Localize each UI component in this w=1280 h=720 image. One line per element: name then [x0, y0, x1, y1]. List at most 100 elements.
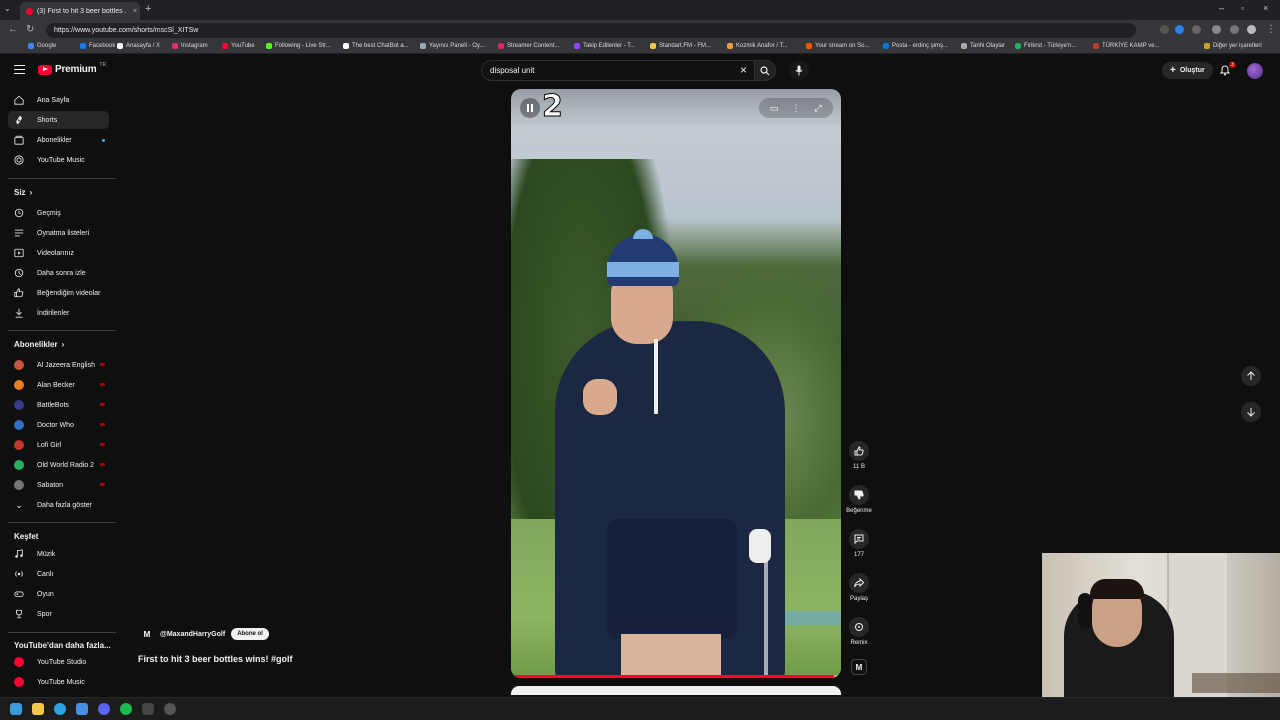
sidebar-item-you[interactable]: Geçmiş	[8, 204, 109, 222]
youtube-premium-logo[interactable]: Premium TR	[38, 62, 106, 75]
sidebar-item-explore[interactable]: Canlı	[8, 565, 109, 583]
close-window-icon[interactable]: ×	[1263, 3, 1268, 13]
sidebar-item-you[interactable]: İndirilenler	[8, 304, 109, 322]
create-button[interactable]: + Oluştur	[1162, 62, 1213, 79]
discord-icon[interactable]	[98, 703, 110, 715]
bookmark-item[interactable]: Yayıncı Paneli - Oy...	[420, 43, 484, 49]
bookmark-item[interactable]: Facebook	[80, 43, 115, 49]
sidebar-item-more[interactable]: YouTube Studio	[8, 653, 109, 671]
show-more-button[interactable]: ⌄ Daha fazla göster	[8, 496, 109, 514]
sidebar-subscription[interactable]: Lofi Girl	[8, 436, 109, 454]
sidebar-subscription[interactable]: Al Jazeera English	[8, 356, 109, 374]
chevron-right-icon: ›	[61, 340, 65, 349]
obs-icon[interactable]	[164, 703, 176, 715]
extension-icon[interactable]	[1175, 25, 1184, 34]
app-taskbar-icon[interactable]	[142, 703, 154, 715]
extension-icon[interactable]	[1192, 25, 1201, 34]
sidebar-subscription[interactable]: Alan Becker	[8, 376, 109, 394]
sidebar-item-explore[interactable]: Spor	[8, 605, 109, 623]
profile-icon[interactable]	[1247, 25, 1256, 34]
captions-icon[interactable]: ▭	[763, 103, 785, 114]
sidebar-item-you[interactable]: Daha sonra izle	[8, 264, 109, 282]
bookmark-item[interactable]: YouTube	[222, 43, 255, 49]
spotify-icon[interactable]	[120, 703, 132, 715]
bookmark-star-icon[interactable]	[1160, 25, 1169, 34]
bookmark-item[interactable]: Your stream on So...	[806, 43, 869, 49]
bookmark-item[interactable]: Tarihi Olaylar	[961, 43, 1005, 49]
reload-icon[interactable]: ↻	[26, 24, 34, 35]
sidebar-item-abonelikler[interactable]: Abonelikler	[8, 131, 109, 149]
sidebar-item-youtube-music[interactable]: YouTube Music	[8, 151, 109, 169]
address-bar[interactable]: https://www.youtube.com/shorts/mscSl_XIT…	[46, 23, 1136, 38]
video-overlay-number: 2	[542, 89, 564, 125]
sidebar-item-shorts[interactable]: Shorts	[8, 111, 109, 129]
bookmark-favicon-icon	[574, 43, 580, 49]
video-title[interactable]: First to hit 3 beer bottles wins! #golf	[138, 654, 293, 664]
subscriptions-section-heading[interactable]: Abonelikler ›	[14, 340, 64, 349]
bookmark-item[interactable]: The best ChatBot a...	[343, 43, 409, 49]
pause-button[interactable]	[520, 98, 540, 118]
new-tab-icon[interactable]: +	[145, 3, 151, 15]
sidebar-subscription[interactable]: Doctor Who	[8, 416, 109, 434]
dislike-button[interactable]: Beğenme	[844, 485, 874, 514]
channel-avatar-small[interactable]: M	[851, 659, 867, 675]
menu-icon[interactable]	[14, 65, 25, 74]
bookmark-item[interactable]: Streamer Content...	[498, 43, 559, 49]
start-menu-icon[interactable]	[10, 703, 22, 715]
bookmark-item[interactable]: Anasayfa / X	[117, 43, 160, 49]
next-short-preview[interactable]	[511, 686, 841, 695]
sidebar-subscription[interactable]: Old World Radio 2	[8, 456, 109, 474]
account-avatar[interactable]	[1247, 63, 1263, 79]
browser-tab[interactable]: (3) First to hit 3 beer bottles ... ×	[20, 2, 140, 20]
remix-button[interactable]: Remix	[844, 617, 874, 646]
voice-search-button[interactable]	[789, 60, 809, 80]
bookmark-item[interactable]: Kozmik Anafor / T...	[727, 43, 788, 49]
app-taskbar-icon[interactable]	[76, 703, 88, 715]
more-options-icon[interactable]: ⋮	[785, 103, 807, 114]
sidebar-item-explore[interactable]: Müzik	[8, 545, 109, 563]
search-button[interactable]	[754, 60, 776, 81]
tab-close-icon[interactable]: ×	[130, 8, 140, 15]
search-input[interactable]: disposal unit ×	[481, 60, 754, 81]
bookmark-item[interactable]: Instagram	[172, 43, 208, 49]
extensions-puzzle-icon[interactable]	[1212, 25, 1221, 34]
bookmark-item[interactable]: Firikrst - Türkiye'n...	[1015, 43, 1076, 49]
bookmark-item[interactable]: Posta - erdinç şimş...	[883, 43, 948, 49]
channel-handle[interactable]: @MaxandHarryGolf	[160, 631, 225, 638]
maximize-icon[interactable]: ▫	[1241, 3, 1244, 13]
bookmark-item[interactable]: TÜRKİYE KAMP ve...	[1093, 43, 1160, 49]
sidebar-item-you[interactable]: Beğendiğim videolar	[8, 284, 109, 302]
file-explorer-icon[interactable]	[32, 703, 44, 715]
bookmark-item[interactable]: Takip Edilenler - T...	[574, 43, 635, 49]
clear-search-icon[interactable]: ×	[740, 61, 747, 80]
video-progress-bar[interactable]	[511, 675, 841, 678]
back-icon[interactable]: ←	[8, 24, 18, 35]
tab-search-icon[interactable]: ⌄	[4, 4, 11, 13]
previous-short-button[interactable]	[1241, 366, 1261, 386]
youtube-app-icon	[14, 657, 24, 667]
sidebar-item-you[interactable]: Videolarınız	[8, 244, 109, 262]
like-button[interactable]: 11 B	[844, 441, 874, 470]
browser-taskbar-icon[interactable]	[54, 703, 66, 715]
bookmark-item[interactable]: Following - Live Str...	[266, 43, 331, 49]
downloads-icon[interactable]	[1230, 25, 1239, 34]
other-bookmarks[interactable]: Diğer yer işaretleri	[1204, 43, 1262, 49]
fullscreen-icon[interactable]: ⤢	[807, 103, 829, 114]
share-button[interactable]: Paylaş	[844, 573, 874, 602]
bookmark-item[interactable]: Google	[28, 43, 56, 49]
browser-menu-icon[interactable]: ⋮	[1266, 24, 1276, 35]
subscribe-button[interactable]: Abone ol	[231, 628, 269, 640]
channel-logo[interactable]: M	[140, 627, 154, 641]
comments-button[interactable]: 177	[844, 529, 874, 558]
shorts-video-player[interactable]: 2 ▭ ⋮ ⤢	[511, 89, 841, 678]
next-short-button[interactable]	[1241, 402, 1261, 422]
sidebar-item-explore[interactable]: Oyun	[8, 585, 109, 603]
sidebar-item-more[interactable]: YouTube Music	[8, 673, 109, 691]
bookmark-item[interactable]: Standart.FM - FM...	[650, 43, 711, 49]
sidebar-subscription[interactable]: BattleBots	[8, 396, 109, 414]
sidebar-item-ana-sayfa[interactable]: Ana Sayfa	[8, 91, 109, 109]
minimize-icon[interactable]: –	[1219, 3, 1224, 13]
sidebar-subscription[interactable]: Sabaton	[8, 476, 109, 494]
sidebar-item-you[interactable]: Oynatma listeleri	[8, 224, 109, 242]
you-section-heading[interactable]: Siz ›	[14, 188, 32, 197]
